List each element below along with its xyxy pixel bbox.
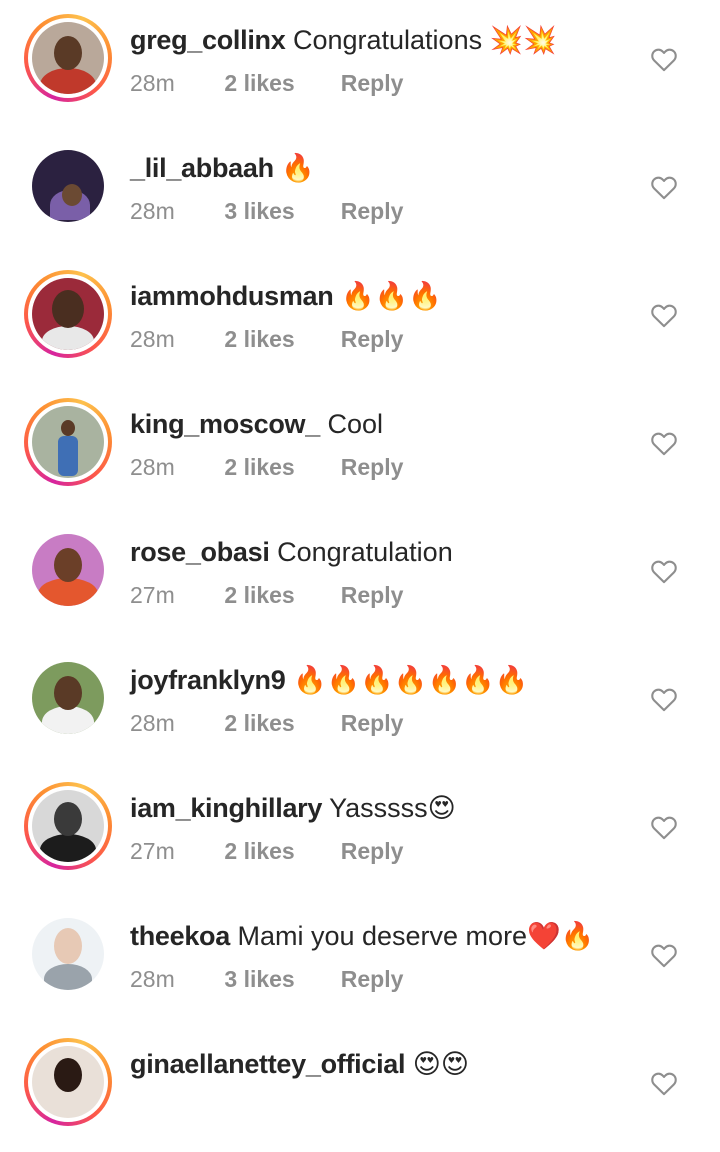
comment-time: 28m [130,70,175,96]
heart-outline-icon[interactable] [650,814,678,840]
comment-text: Cool [327,409,384,439]
comment-likes[interactable]: 3 likes [224,194,334,228]
comment-line: iam_kinghillary Yasssss😍 [130,788,650,828]
avatar[interactable] [24,654,112,742]
comment-line: _lil_abbaah 🔥 [130,148,650,188]
comment-likes[interactable]: 2 likes [224,450,334,484]
comment-time: 27m [130,582,175,608]
comment-line: iammohdusman 🔥🔥🔥 [130,276,650,316]
comment-item: _lil_abbaah 🔥 28m 3 likes Reply [0,128,720,256]
reply-button[interactable]: Reply [341,322,404,356]
comment-meta: 27m 2 likes Reply [130,834,403,868]
comment-meta: 28m 2 likes Reply [130,450,403,484]
comment-time: 27m [130,838,175,864]
comment-username[interactable]: ginaellanettey_official [130,1049,406,1079]
comment-item: ginaellanettey_official 😍😍 [0,1024,720,1152]
comment-item: greg_collinx Congratulations 💥💥 28m 2 li… [0,0,720,128]
comment-meta: 28m 2 likes Reply [130,322,403,356]
reply-button[interactable]: Reply [341,194,404,228]
comment-line: ginaellanettey_official 😍😍 [130,1044,650,1084]
comment-time: 28m [130,198,175,224]
comment-likes[interactable]: 2 likes [224,66,334,100]
heart-outline-icon[interactable] [650,1070,678,1096]
comment-item: rose_obasi Congratulation 27m 2 likes Re… [0,512,720,640]
comment-item: iam_kinghillary Yasssss😍 27m 2 likes Rep… [0,768,720,896]
comment-meta: 28m 2 likes Reply [130,706,403,740]
comment-username[interactable]: theekoa [130,921,230,951]
avatar[interactable] [24,398,112,486]
comment-username[interactable]: iam_kinghillary [130,793,322,823]
comment-time: 28m [130,454,175,480]
comment-meta: 28m 2 likes Reply [130,66,403,100]
comment-likes[interactable]: 2 likes [224,706,334,740]
comment-time: 28m [130,710,175,736]
avatar[interactable] [24,782,112,870]
avatar[interactable] [24,1038,112,1126]
comment-time: 28m [130,326,175,352]
comment-text: 😍😍 [412,1049,470,1079]
comment-text: 🔥🔥🔥 [340,281,442,311]
comment-item: theekoa Mami you deserve more❤️🔥 28m 3 l… [0,896,720,1024]
heart-outline-icon[interactable] [650,686,678,712]
heart-outline-icon[interactable] [650,302,678,328]
reply-button[interactable]: Reply [341,578,404,612]
comment-line: greg_collinx Congratulations 💥💥 [130,20,650,60]
comment-likes[interactable]: 2 likes [224,834,334,868]
comment-username[interactable]: greg_collinx [130,25,286,55]
heart-outline-icon[interactable] [650,942,678,968]
comment-line: king_moscow_ Cool [130,404,650,444]
comment-item: joyfranklyn9 🔥🔥🔥🔥🔥🔥🔥 28m 2 likes Reply [0,640,720,768]
reply-button[interactable]: Reply [341,962,404,996]
avatar[interactable] [24,14,112,102]
comment-line: theekoa Mami you deserve more❤️🔥 [130,916,650,956]
comment-text: 🔥🔥🔥🔥🔥🔥🔥 [292,665,529,695]
comment-meta: 27m 2 likes Reply [130,578,403,612]
reply-button[interactable]: Reply [341,706,404,740]
comment-text: Congratulations 💥💥 [292,25,557,55]
comment-username[interactable]: _lil_abbaah [130,153,274,183]
comment-meta: 28m 3 likes Reply [130,194,403,228]
comment-line: joyfranklyn9 🔥🔥🔥🔥🔥🔥🔥 [130,660,650,700]
comment-likes[interactable]: 3 likes [224,962,334,996]
heart-outline-icon[interactable] [650,430,678,456]
comment-text: Mami you deserve more❤️🔥 [237,921,595,951]
comment-likes[interactable]: 2 likes [224,578,334,612]
reply-button[interactable]: Reply [341,66,404,100]
avatar[interactable] [24,910,112,998]
comment-likes[interactable]: 2 likes [224,322,334,356]
reply-button[interactable]: Reply [341,834,404,868]
comment-meta: 28m 3 likes Reply [130,962,403,996]
comment-item: king_moscow_ Cool 28m 2 likes Reply [0,384,720,512]
heart-outline-icon[interactable] [650,46,678,72]
avatar[interactable] [24,270,112,358]
avatar[interactable] [24,526,112,614]
comment-time: 28m [130,966,175,992]
comment-username[interactable]: king_moscow_ [130,409,320,439]
comment-text: 🔥 [281,153,315,183]
heart-outline-icon[interactable] [650,558,678,584]
avatar[interactable] [24,142,112,230]
reply-button[interactable]: Reply [341,450,404,484]
comment-username[interactable]: joyfranklyn9 [130,665,286,695]
heart-outline-icon[interactable] [650,174,678,200]
comment-username[interactable]: iammohdusman [130,281,334,311]
comment-line: rose_obasi Congratulation [130,532,650,572]
comment-username[interactable]: rose_obasi [130,537,270,567]
comment-item: iammohdusman 🔥🔥🔥 28m 2 likes Reply [0,256,720,384]
comment-text: Congratulation [277,537,453,567]
comment-text: Yasssss😍 [329,793,456,823]
